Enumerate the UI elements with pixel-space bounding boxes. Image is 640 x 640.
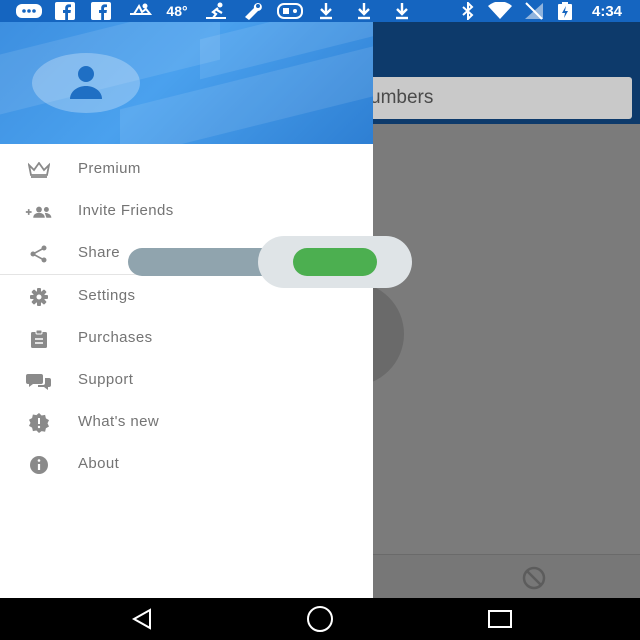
add-group-icon [25,202,53,222]
battery-charging-icon [556,2,574,20]
search-field-text: umbers [370,87,434,108]
no-signal-icon [522,2,546,20]
download-icon [316,2,336,20]
menu-item-label: Premium [78,160,141,177]
user-icon [70,66,102,99]
wrench-icon [240,2,266,20]
back-icon[interactable] [127,606,157,632]
clipboard-icon [25,329,53,349]
menu-item-whats-new[interactable]: What's new [0,402,373,444]
gear-icon [25,287,53,307]
menu-item-invite-friends[interactable]: Invite Friends [0,191,373,233]
menu-item-about[interactable]: About [0,444,373,486]
message-icon [14,2,44,20]
share-icon [25,244,53,264]
menu-item-label: About [78,455,120,472]
system-nav-bar [0,598,640,640]
new-badge-icon [25,413,53,433]
toggle-thumb[interactable] [293,248,377,276]
avatar[interactable] [32,53,140,113]
crown-icon [25,160,53,180]
menu-item-label: What's new [78,413,160,430]
menu-item-label: Share [78,244,121,261]
facebook-icon [54,2,76,20]
menu-item-support[interactable]: Support [0,360,373,402]
temperature-text: 48° [166,3,188,19]
wifi-icon [486,2,514,20]
recents-icon[interactable] [485,606,515,632]
skate-icon [203,2,229,20]
game-icon [276,2,304,20]
chat-icon [25,371,53,391]
home-icon[interactable] [305,606,335,632]
download-icon [354,2,374,20]
navigation-drawer: Premium Invite Friends Share Settings Pu… [0,22,373,598]
facebook-icon [90,2,112,20]
drawer-header [0,22,373,144]
menu-item-label: Purchases [78,329,153,346]
weather-icon [126,2,154,20]
menu-item-label: Settings [78,287,136,304]
download-icon [392,2,412,20]
info-icon [25,455,53,475]
menu-item-label: Invite Friends [78,202,174,219]
bluetooth-icon [458,2,478,20]
clock: 4:34 [591,2,623,20]
menu-item-purchases[interactable]: Purchases [0,318,373,360]
block-icon[interactable] [517,566,551,590]
menu-item-label: Support [78,371,134,388]
status-bar: 48° 4:34 [0,0,640,22]
menu-item-premium[interactable]: Premium [0,149,373,191]
